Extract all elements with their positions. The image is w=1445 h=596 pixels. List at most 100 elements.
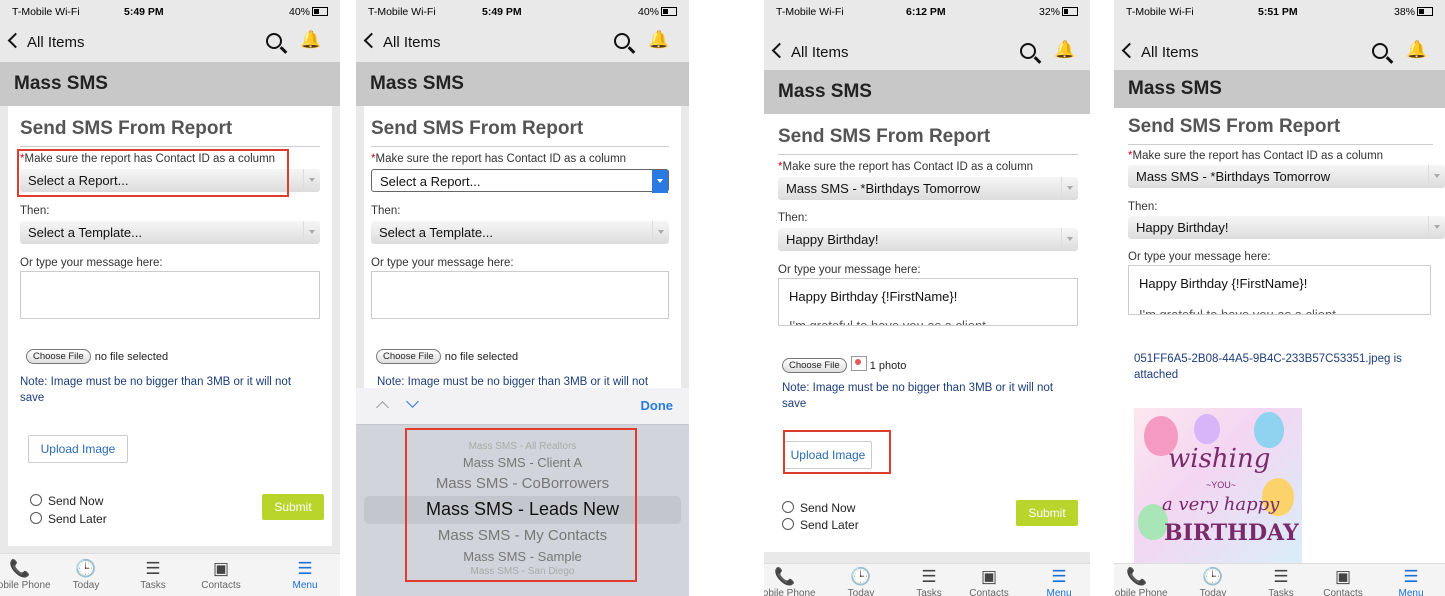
tab-mobile-phone[interactable]: 📞 Mobile Phone — [1114, 566, 1170, 596]
message-textarea[interactable] — [20, 271, 320, 319]
send-later-radio[interactable]: Send Later — [782, 518, 859, 532]
search-icon[interactable] — [266, 33, 282, 49]
chevron-left-icon — [363, 32, 380, 49]
picker-toolbar: Done — [356, 388, 689, 425]
menu-icon: ☰ — [1403, 567, 1419, 586]
message-textarea[interactable] — [371, 271, 669, 319]
radio-circle-icon — [30, 494, 42, 506]
back-button[interactable]: All Items — [1121, 42, 1199, 61]
sms-form-card: Send SMS From Report *Make sure the repo… — [764, 114, 1090, 552]
send-now-radio[interactable]: Send Now — [782, 501, 855, 515]
file-picker[interactable]: Choose File no file selected — [26, 349, 168, 364]
tab-label: Contacts — [1323, 588, 1363, 596]
radio-circle-icon — [782, 501, 794, 513]
message-textarea[interactable]: Happy Birthday {!FirstName}! I'm grateful… — [1128, 265, 1431, 315]
status-bar: T-Mobile Wi-Fi 5:49 PM 40% — [356, 0, 689, 22]
chevron-down-icon — [1061, 177, 1078, 200]
tab-contacts[interactable]: ▣ Contacts — [1310, 566, 1376, 596]
search-icon[interactable] — [1372, 43, 1388, 59]
then-label: Then: — [1128, 201, 1158, 213]
form-title: Send SMS From Report — [371, 118, 584, 139]
highlight-box — [783, 430, 891, 474]
file-picker[interactable]: Choose File no file selected — [376, 349, 518, 364]
page-title: Mass SMS — [778, 81, 872, 102]
battery-percent: 40% — [288, 6, 310, 18]
tab-menu[interactable]: ☰ Menu — [1378, 566, 1444, 596]
battery: 40% — [289, 6, 328, 18]
message-label: Or type your message here: — [778, 264, 921, 276]
tab-contacts[interactable]: ▣ Contacts — [188, 558, 254, 591]
clock-icon: 🕒 — [75, 559, 97, 578]
image-text: BIRTHDAY — [1164, 520, 1299, 546]
tab-label: Menu — [292, 580, 318, 591]
nav-bar: All Items 🔔 — [764, 40, 1090, 66]
balloon — [1194, 414, 1220, 444]
bell-icon[interactable]: 🔔 — [648, 30, 669, 50]
radio-circle-icon — [30, 512, 42, 524]
bell-icon[interactable]: 🔔 — [1054, 40, 1075, 60]
template-select[interactable]: Select a Template... — [371, 221, 669, 244]
tab-today[interactable]: 🕒 Today — [1180, 566, 1246, 596]
report-hint: *Make sure the report has Contact ID as … — [371, 153, 626, 165]
photo-thumbnail-icon — [850, 356, 867, 371]
upload-image-button[interactable]: Upload Image — [28, 435, 128, 463]
report-select[interactable]: Select a Report... — [371, 169, 669, 193]
template-select[interactable]: Happy Birthday! — [1128, 216, 1445, 239]
send-now-radio[interactable]: Send Now — [30, 494, 103, 508]
message-textarea[interactable]: Happy Birthday {!FirstName}! I'm grateful… — [778, 278, 1078, 326]
divider — [778, 154, 1078, 155]
tab-mobile-phone[interactable]: 📞 Mobile Phone — [764, 566, 818, 596]
search-icon[interactable] — [614, 33, 630, 49]
bell-icon[interactable]: 🔔 — [1406, 40, 1427, 60]
tab-mobile-phone[interactable]: 📞 Mobile Phone — [0, 558, 53, 591]
report-select[interactable]: Mass SMS - *Birthdays Tomorrow — [778, 177, 1078, 200]
tab-today[interactable]: 🕒 Today — [53, 558, 119, 591]
message-label: Or type your message here: — [1128, 251, 1271, 263]
choose-file-button[interactable]: Choose File — [782, 358, 847, 373]
page-title: Mass SMS — [1128, 78, 1222, 99]
tab-label: Contacts — [969, 588, 1009, 596]
battery: 32% — [1039, 6, 1078, 18]
choose-file-button[interactable]: Choose File — [26, 349, 91, 364]
message-text: Happy Birthday {!FirstName}! — [789, 289, 958, 304]
tab-today[interactable]: 🕒 Today — [828, 566, 894, 596]
tab-tasks[interactable]: ☰ Tasks — [1248, 566, 1314, 596]
file-picker[interactable]: Choose File 1 photo — [782, 356, 906, 373]
checklist-icon: ☰ — [145, 559, 161, 578]
back-button[interactable]: All Items — [771, 42, 849, 61]
submit-button[interactable]: Submit — [262, 494, 324, 520]
chevron-down-icon[interactable] — [406, 395, 419, 408]
template-select[interactable]: Select a Template... — [20, 221, 320, 244]
template-select-value: Select a Template... — [379, 225, 493, 240]
search-icon[interactable] — [1020, 43, 1036, 59]
balloon — [1254, 412, 1284, 448]
nav-bar: All Items 🔔 — [1114, 40, 1445, 66]
done-button[interactable]: Done — [641, 398, 674, 413]
back-button[interactable]: All Items — [7, 32, 85, 51]
tab-tasks[interactable]: ☰ Tasks — [120, 558, 186, 591]
choose-file-button[interactable]: Choose File — [376, 349, 441, 364]
template-select-value: Select a Template... — [28, 225, 142, 240]
template-select[interactable]: Happy Birthday! — [778, 228, 1078, 251]
carrier: T-Mobile Wi-Fi — [776, 6, 844, 18]
tab-menu[interactable]: ☰ Menu — [272, 558, 338, 591]
phone-screen-3: T-Mobile Wi-Fi 6:12 PM 32% All Items 🔔 M… — [764, 0, 1090, 596]
tab-tasks[interactable]: ☰ Tasks — [896, 566, 962, 596]
report-hint-text: Make sure the report has Contact ID as a… — [1132, 150, 1384, 162]
clock: 5:49 PM — [482, 6, 522, 18]
submit-button[interactable]: Submit — [1016, 500, 1078, 526]
message-label: Or type your message here: — [371, 257, 514, 269]
bell-icon[interactable]: 🔔 — [300, 30, 321, 50]
tab-label: Menu — [1046, 588, 1072, 596]
report-select-value: Select a Report... — [380, 174, 481, 189]
report-select[interactable]: Mass SMS - *Birthdays Tomorrow — [1128, 165, 1445, 188]
sms-form-card: Send SMS From Report *Make sure the repo… — [1114, 108, 1445, 568]
send-later-radio[interactable]: Send Later — [30, 512, 107, 526]
chevron-up-icon[interactable] — [376, 401, 389, 414]
report-hint: *Make sure the report has Contact ID as … — [1128, 150, 1383, 162]
chevron-down-icon — [303, 221, 320, 244]
back-button[interactable]: All Items — [363, 32, 441, 51]
tab-menu[interactable]: ☰ Menu — [1026, 566, 1090, 596]
tab-contacts[interactable]: ▣ Contacts — [956, 566, 1022, 596]
phone-screen-2: T-Mobile Wi-Fi 5:49 PM 40% All Items 🔔 M… — [356, 0, 689, 596]
